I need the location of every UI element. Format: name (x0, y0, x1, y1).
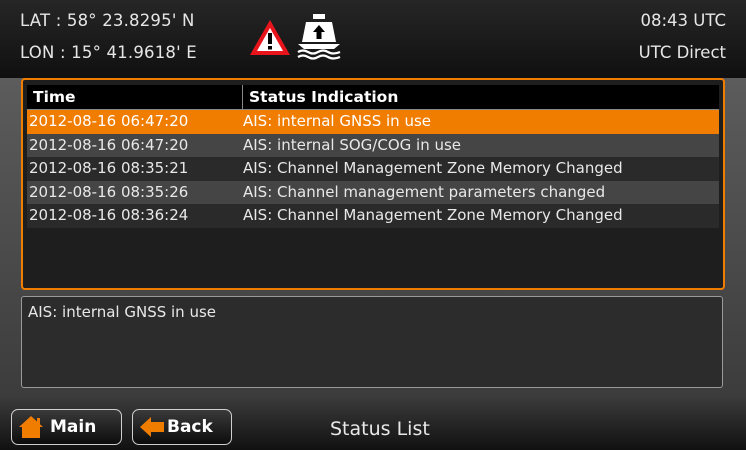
status-rows: 2012-08-16 06:47:20 AIS: internal GNSS i… (27, 110, 719, 228)
time-source: UTC Direct (638, 43, 726, 62)
column-header-time: Time (33, 88, 76, 106)
main-button-label: Main (50, 417, 97, 437)
row-time: 2012-08-16 06:47:20 (29, 112, 189, 130)
back-button[interactable]: Back (132, 409, 232, 445)
warning-icon[interactable] (248, 18, 292, 58)
row-time: 2012-08-16 08:36:24 (29, 206, 189, 224)
status-detail-panel: AIS: internal GNSS in use (21, 296, 723, 388)
row-status: AIS: internal SOG/COG in use (243, 135, 462, 154)
longitude-readout: LON : 15° 41.9618' E (20, 43, 197, 62)
row-status: AIS: Channel management parameters chang… (243, 182, 606, 201)
table-row[interactable]: 2012-08-16 06:47:20 AIS: internal SOG/CO… (27, 133, 719, 157)
main-area: Time Status Indication 2012-08-16 06:47:… (0, 78, 746, 398)
back-button-label: Back (167, 417, 213, 437)
home-icon (19, 416, 43, 438)
table-row[interactable]: 2012-08-16 08:35:26 AIS: Channel managem… (27, 180, 719, 204)
latitude-readout: LAT : 58° 23.8295' N (20, 11, 195, 30)
ship-icon[interactable] (296, 12, 342, 60)
row-status: AIS: internal GNSS in use (243, 112, 431, 130)
column-divider (242, 85, 243, 109)
table-row[interactable]: 2012-08-16 08:35:21 AIS: Channel Managem… (27, 157, 719, 181)
table-row[interactable]: 2012-08-16 08:36:24 AIS: Channel Managem… (27, 204, 719, 228)
table-row[interactable]: 2012-08-16 06:47:20 AIS: internal GNSS i… (27, 110, 719, 134)
list-header: Time Status Indication (27, 85, 719, 110)
screen-title: Status List (330, 418, 430, 440)
status-detail-text: AIS: internal GNSS in use (28, 303, 216, 321)
top-status-bar: LAT : 58° 23.8295' N LON : 15° 41.9618' … (0, 0, 746, 78)
row-status: AIS: Channel Management Zone Memory Chan… (243, 159, 623, 177)
row-time: 2012-08-16 08:35:21 (29, 159, 189, 177)
row-status: AIS: Channel Management Zone Memory Chan… (243, 206, 623, 224)
column-header-status: Status Indication (249, 88, 399, 106)
status-list-panel: Time Status Indication 2012-08-16 06:47:… (21, 78, 725, 290)
main-button[interactable]: Main (11, 409, 122, 445)
row-time: 2012-08-16 08:35:26 (29, 182, 189, 201)
back-arrow-icon (140, 417, 164, 437)
bottom-nav-bar: Main Back Status List (0, 398, 746, 450)
row-time: 2012-08-16 06:47:20 (29, 135, 189, 154)
utc-time: 08:43 UTC (640, 11, 726, 30)
